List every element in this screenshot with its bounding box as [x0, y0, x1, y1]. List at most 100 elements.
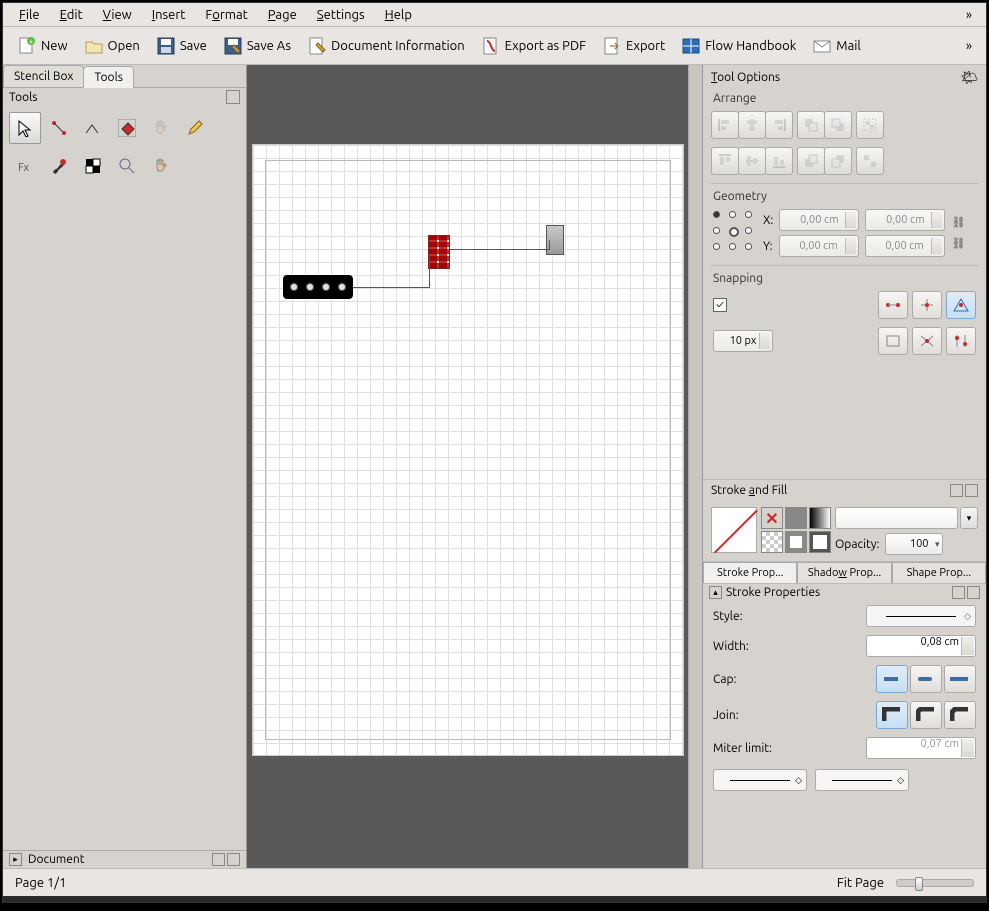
snap-enable-checkbox[interactable]: ✓	[713, 298, 727, 312]
color-dropdown-button[interactable]: ▾	[960, 507, 978, 529]
new-button[interactable]: + New	[11, 33, 74, 59]
align-vcenter-button[interactable]	[738, 147, 766, 175]
ungroup-button[interactable]	[856, 147, 884, 175]
connector-2[interactable]	[450, 249, 550, 250]
tool-pencil[interactable]	[179, 112, 211, 144]
width-input[interactable]: 0,00 cm	[865, 209, 945, 231]
join-miter-button[interactable]	[876, 701, 908, 729]
align-left-button[interactable]	[711, 111, 739, 139]
join-bevel-button[interactable]	[944, 701, 976, 729]
menu-page[interactable]: Page	[258, 6, 307, 24]
fill-none-button[interactable]: ✕	[761, 507, 783, 529]
tool-pointer[interactable]	[9, 112, 41, 144]
page-canvas[interactable]	[253, 145, 683, 755]
raise-button[interactable]	[797, 147, 825, 175]
docker-float-icon[interactable]	[212, 853, 225, 866]
group-button[interactable]	[856, 111, 884, 139]
export-button[interactable]: Export	[596, 33, 671, 59]
color-picker-bar[interactable]	[835, 507, 958, 529]
menu-format[interactable]: Format	[195, 6, 257, 24]
save-as-button[interactable]: Save As	[217, 33, 297, 59]
snap-node-button[interactable]	[878, 291, 908, 319]
tab-stencil-box[interactable]: Stencil Box	[3, 65, 84, 87]
connector-1[interactable]	[353, 287, 429, 288]
y-position-input[interactable]: 0,00 cm	[779, 235, 859, 257]
fill-border-button[interactable]	[785, 531, 807, 553]
height-input[interactable]: 0,00 cm	[865, 235, 945, 257]
connector-1b[interactable]	[429, 255, 430, 288]
send-back-button[interactable]	[824, 111, 852, 139]
align-hcenter-button[interactable]	[738, 111, 766, 139]
tab-shadow-props[interactable]: Shadow Prop...	[797, 562, 891, 583]
tool-checker[interactable]	[77, 150, 109, 182]
cap-butt-button[interactable]	[876, 665, 908, 693]
collapse-stroke-props-icon[interactable]: ▴	[709, 586, 722, 599]
join-round-button[interactable]	[910, 701, 942, 729]
stroke-fill-float-icon[interactable]	[950, 484, 963, 497]
canvas-vertical-scrollbar[interactable]	[688, 65, 702, 868]
menu-file[interactable]: File	[9, 6, 50, 24]
stroke-width-input[interactable]: 0,08 cm	[866, 635, 976, 657]
align-right-button[interactable]	[765, 111, 793, 139]
fill-pattern-button[interactable]	[761, 531, 783, 553]
connector-2b[interactable]	[549, 240, 550, 250]
handbook-button[interactable]: Flow Handbook	[675, 33, 802, 59]
snap-extension-button[interactable]	[912, 291, 942, 319]
fill-solid-button[interactable]	[785, 507, 807, 529]
cap-round-button[interactable]	[910, 665, 942, 693]
fill-border2-button[interactable]	[809, 531, 831, 553]
stroke-style-select[interactable]	[866, 605, 976, 627]
menu-edit[interactable]: Edit	[50, 6, 93, 24]
cap-square-button[interactable]	[944, 665, 976, 693]
origin-selector[interactable]	[713, 211, 757, 255]
start-marker-select[interactable]	[713, 769, 807, 791]
tool-connector[interactable]	[43, 112, 75, 144]
align-bottom-button[interactable]	[765, 147, 793, 175]
x-position-input[interactable]: 0,00 cm	[779, 209, 859, 231]
snap-intersection-button[interactable]	[912, 327, 942, 355]
toolbar-overflow[interactable]: »	[960, 39, 978, 53]
tool-pan[interactable]	[145, 150, 177, 182]
tool-hand-disabled[interactable]	[145, 112, 177, 144]
menu-overflow[interactable]: »	[958, 8, 980, 22]
doc-info-button[interactable]: Document Information	[301, 33, 471, 59]
opacity-input[interactable]: 100	[885, 533, 943, 555]
mail-button[interactable]: Mail	[806, 33, 867, 59]
fill-gradient-button[interactable]	[809, 507, 831, 529]
tab-stroke-props[interactable]: Stroke Prop...	[703, 562, 797, 583]
menu-insert[interactable]: Insert	[142, 6, 196, 24]
snap-distance-input[interactable]: 10 px	[713, 330, 773, 352]
export-pdf-button[interactable]: Export as PDF	[475, 33, 592, 59]
page-indicator[interactable]: Page 1/1	[15, 876, 66, 890]
shape-firewall[interactable]	[428, 235, 450, 269]
lower-button[interactable]	[824, 147, 852, 175]
zoom-slider[interactable]	[896, 879, 974, 887]
miter-limit-input[interactable]: 0,07 cm	[866, 737, 976, 759]
snap-guides-button[interactable]	[946, 327, 976, 355]
stroke-props-float-icon[interactable]	[952, 586, 965, 599]
snap-ortho-button[interactable]	[878, 327, 908, 355]
end-marker-select[interactable]	[815, 769, 909, 791]
shape-switch[interactable]	[283, 275, 353, 299]
tool-effects[interactable]: Fx	[9, 150, 41, 182]
tool-paint-bucket[interactable]	[111, 112, 143, 144]
lock-position-icon[interactable]: ⛓	[951, 237, 965, 250]
snap-bbox-button[interactable]	[946, 291, 976, 319]
expand-document-icon[interactable]: ▸	[9, 853, 22, 866]
tool-polyline[interactable]	[77, 112, 109, 144]
stroke-props-close-icon[interactable]	[967, 586, 980, 599]
tool-brush[interactable]	[43, 150, 75, 182]
stroke-fill-close-icon[interactable]	[965, 484, 978, 497]
open-button[interactable]: Open	[78, 33, 146, 59]
align-top-button[interactable]	[711, 147, 739, 175]
menu-settings[interactable]: Settings	[307, 6, 375, 24]
dock-toggle-icon[interactable]	[226, 90, 240, 104]
lock-aspect-icon[interactable]: ⛓	[951, 216, 965, 229]
fit-page-button[interactable]: Fit Page	[837, 876, 884, 890]
bring-front-button[interactable]	[797, 111, 825, 139]
docker-close-icon[interactable]	[227, 853, 240, 866]
tab-shape-props[interactable]: Shape Prop...	[892, 562, 986, 583]
tool-zoom[interactable]	[111, 150, 143, 182]
save-button[interactable]: Save	[150, 33, 213, 59]
fill-stroke-selector[interactable]	[711, 507, 757, 553]
